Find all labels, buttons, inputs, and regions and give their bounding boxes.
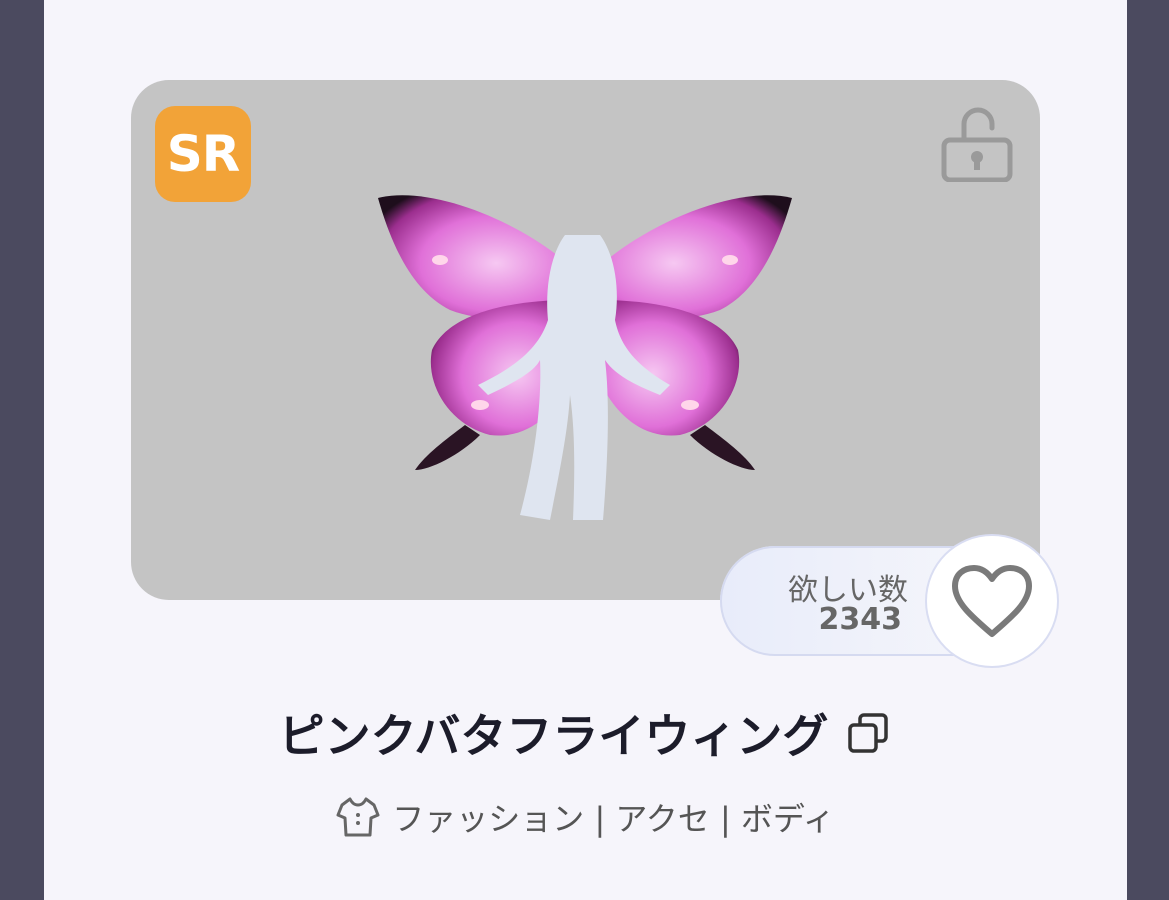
item-title-row: ピンクバタフライウィング (0, 700, 1169, 766)
heart-icon (952, 565, 1032, 637)
item-name: ピンクバタフライウィング (278, 709, 829, 763)
wish-count-value: 2343 (818, 602, 903, 637)
wish-heart-button[interactable] (927, 536, 1057, 666)
unlocked-padlock-icon[interactable] (940, 102, 1016, 182)
item-category: ファッション | アクセ | ボディ (392, 800, 835, 838)
butterfly-wings-image (378, 195, 792, 520)
copy-icon[interactable] (846, 711, 890, 755)
rarity-badge: SR (155, 106, 251, 202)
shirt-icon (336, 797, 380, 837)
item-card-top (44, 0, 1127, 80)
item-category-row: ファッション | アクセ | ボディ (0, 793, 1169, 841)
